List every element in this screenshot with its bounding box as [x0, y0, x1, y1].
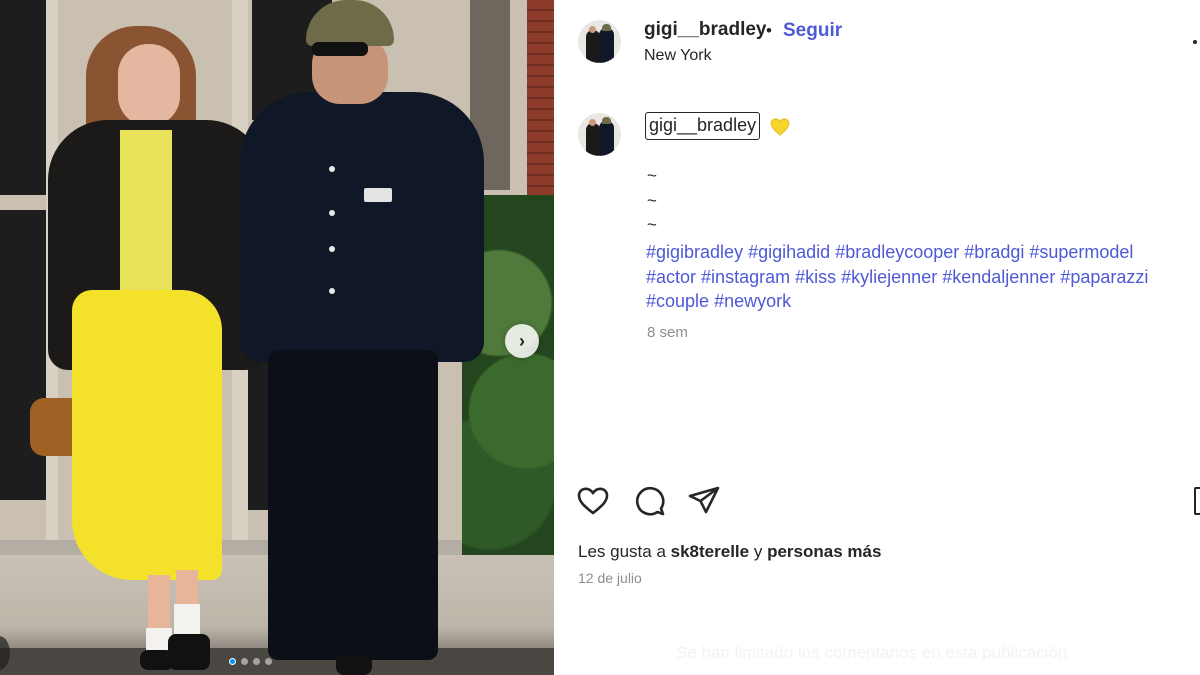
hashtag-link[interactable]: #kendaljenner: [942, 267, 1055, 287]
hashtag-link[interactable]: #kiss: [795, 267, 836, 287]
caption-avatar[interactable]: [578, 113, 621, 156]
caption-line: ~: [647, 166, 657, 185]
comments-limited-notice: Se han limitado los comentarios en esta …: [676, 643, 1068, 662]
carousel-dot-active: [229, 658, 236, 665]
hashtag-link[interactable]: #gigibradley: [646, 242, 743, 262]
hashtag-link[interactable]: #instagram: [701, 267, 790, 287]
header-separator: •: [766, 21, 772, 40]
caption-username[interactable]: gigi__bradley: [645, 112, 761, 140]
hashtag-link[interactable]: #couple: [646, 291, 709, 311]
chevron-right-icon: ›: [519, 330, 525, 351]
location-link[interactable]: New York: [644, 47, 712, 65]
woman-top: [120, 130, 172, 290]
bookmark-icon[interactable]: [1194, 487, 1200, 515]
post-photo[interactable]: ›: [0, 0, 554, 675]
shoe: [336, 655, 372, 675]
carousel-dot: [265, 658, 272, 665]
comment-icon[interactable]: [632, 484, 666, 518]
likes-summary: Les gusta a sk8terelle y personas más: [578, 542, 881, 562]
send-icon[interactable]: [687, 484, 721, 518]
hashtag-link[interactable]: #kyliejenner: [841, 267, 937, 287]
likes-prefix: Les gusta a: [578, 542, 666, 561]
carousel-next-button[interactable]: ›: [505, 324, 539, 358]
hashtag-link[interactable]: #bradleycooper: [835, 242, 959, 262]
yellow-heart-icon: [770, 118, 790, 136]
more-options-icon[interactable]: [1193, 40, 1197, 44]
hashtag-link[interactable]: #paparazzi: [1060, 267, 1148, 287]
brick-wall: [527, 0, 554, 200]
caption-line: ~: [647, 215, 657, 234]
woman-yellow-skirt: [72, 290, 222, 580]
window: [0, 210, 46, 500]
carousel-dot: [241, 658, 248, 665]
header-username[interactable]: gigi__bradley: [644, 19, 767, 41]
hashtag-link[interactable]: #actor: [646, 267, 696, 287]
follow-button[interactable]: Seguir: [783, 20, 842, 42]
carousel-indicator: [229, 658, 272, 665]
post-date[interactable]: 12 de julio: [578, 570, 642, 586]
man-sunglasses: [312, 42, 368, 56]
likes-others-link[interactable]: personas más: [767, 542, 881, 561]
avatar[interactable]: [578, 20, 621, 63]
shirt-button: [329, 246, 335, 252]
hashtag-link[interactable]: #supermodel: [1029, 242, 1133, 262]
sock: [174, 604, 200, 634]
hashtag-link[interactable]: #bradgi: [964, 242, 1024, 262]
likes-user-link[interactable]: sk8terelle: [671, 542, 749, 561]
man-dark-shirt: [240, 92, 484, 362]
likes-connector: y: [753, 542, 763, 561]
woman-face: [118, 44, 180, 126]
caption-line: ~: [647, 191, 657, 210]
shirt-button: [329, 210, 335, 216]
window: [0, 0, 46, 195]
caption-timestamp[interactable]: 8 sem: [647, 324, 688, 341]
caption-hashtags: #gigibradley #gigihadid #bradleycooper #…: [646, 240, 1194, 314]
shoe: [168, 634, 210, 670]
carousel-dot: [253, 658, 260, 665]
shirt-button: [329, 288, 335, 294]
man-pants: [268, 350, 438, 660]
hashtag-link[interactable]: #gigihadid: [748, 242, 830, 262]
shirt-logo: [364, 188, 392, 202]
heart-icon[interactable]: [576, 484, 610, 518]
shirt-button: [329, 166, 335, 172]
hashtag-link[interactable]: #newyork: [714, 291, 791, 311]
